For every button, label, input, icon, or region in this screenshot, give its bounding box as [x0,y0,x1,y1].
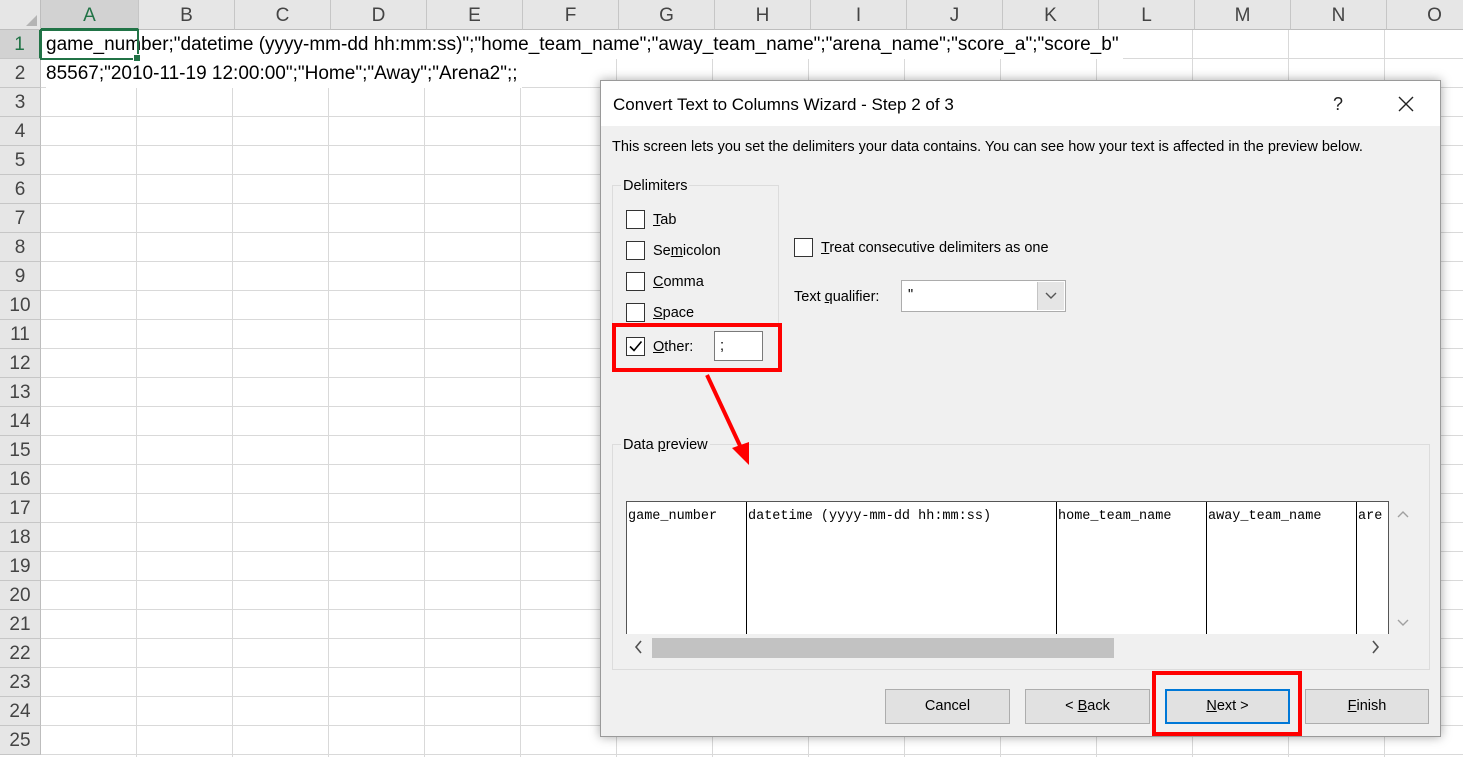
column-header-a[interactable]: A [41,0,139,30]
row-header[interactable]: 3 [0,88,41,117]
delimiters-legend: Delimiters [621,178,690,194]
row-header[interactable]: 17 [0,494,41,523]
column-header-b[interactable]: B [139,0,235,30]
column-header-m[interactable]: M [1195,0,1291,30]
annotation-arrow-icon [705,374,749,465]
column-header-i[interactable]: I [811,0,907,30]
column-header-c[interactable]: C [235,0,331,30]
preview-column[interactable]: datetime (yyyy-mm-dd hh:mm:ss) [747,502,1057,634]
cell-a2[interactable]: 85567;"2010-11-19 12:00:00";"Home";"Away… [46,59,522,88]
column-header-f[interactable]: F [523,0,619,30]
select-all-corner[interactable] [0,0,41,30]
data-preview-legend: Data preview [621,437,710,453]
text-qualifier-value: " [908,287,914,303]
preview-vertical-scrollbar[interactable] [1389,501,1417,634]
column-header-o[interactable]: O [1387,0,1463,30]
column-header-e[interactable]: E [427,0,523,30]
highlight-box-other [612,323,782,372]
column-header-j[interactable]: J [907,0,1003,30]
row-header[interactable]: 18 [0,523,41,552]
scroll-down-icon[interactable] [1397,614,1409,630]
checkbox-box[interactable] [626,303,645,322]
tab-label: Tab [653,212,677,228]
row-header[interactable]: 1 [0,30,41,59]
help-button[interactable]: ? [1323,89,1353,119]
checkbox-box[interactable] [626,241,645,260]
preview-column[interactable]: game_number [627,502,747,634]
row-header[interactable]: 16 [0,465,41,494]
text-qualifier-label: Text qualifier: [794,289,880,305]
highlight-box-next [1152,671,1302,736]
row-header[interactable]: 2 [0,59,41,88]
close-icon[interactable] [1391,89,1421,119]
chevron-down-icon[interactable] [1037,282,1064,310]
row-header[interactable]: 7 [0,204,41,233]
row-header[interactable]: 22 [0,639,41,668]
preview-column[interactable]: are [1357,502,1388,634]
data-preview-table[interactable]: game_number datetime (yyyy-mm-dd hh:mm:s… [626,501,1389,634]
cancel-button[interactable]: Cancel [885,689,1010,724]
column-header-d[interactable]: D [331,0,427,30]
row-header[interactable]: 20 [0,581,41,610]
space-label: Space [653,305,695,321]
preview-column[interactable]: away_team_name [1207,502,1357,634]
column-headers: A B C D E F G H I J K L M N O [41,0,1463,30]
preview-horizontal-scrollbar[interactable] [626,634,1389,660]
checkbox-box[interactable] [626,272,645,291]
column-header-l[interactable]: L [1099,0,1195,30]
column-header-n[interactable]: N [1291,0,1387,30]
dialog-description: This screen lets you set the delimiters … [612,139,1363,155]
row-header[interactable]: 10 [0,291,41,320]
row-header[interactable]: 25 [0,726,41,755]
scrollbar-thumb[interactable] [652,638,1114,658]
row-header[interactable]: 4 [0,117,41,146]
column-header-g[interactable]: G [619,0,715,30]
scroll-left-icon[interactable] [634,640,644,657]
row-header[interactable]: 8 [0,233,41,262]
comma-label: Comma [653,274,704,290]
dialog-titlebar: Convert Text to Columns Wizard - Step 2 … [601,81,1440,126]
dialog-title: Convert Text to Columns Wizard - Step 2 … [613,95,954,114]
row-header[interactable]: 11 [0,320,41,349]
cell-a1[interactable]: game_number;"datetime (yyyy-mm-dd hh:mm:… [46,30,1123,59]
row-header[interactable]: 24 [0,697,41,726]
row-header[interactable]: 6 [0,175,41,204]
row-header[interactable]: 21 [0,610,41,639]
column-header-k[interactable]: K [1003,0,1099,30]
row-header[interactable]: 15 [0,436,41,465]
back-button[interactable]: < Back [1025,689,1150,724]
column-header-h[interactable]: H [715,0,811,30]
row-header[interactable]: 12 [0,349,41,378]
row-header[interactable]: 9 [0,262,41,291]
scroll-up-icon[interactable] [1397,507,1409,523]
row-header[interactable]: 14 [0,407,41,436]
finish-button[interactable]: Finish [1305,689,1429,724]
semicolon-label: Semicolon [653,243,721,259]
scroll-right-icon[interactable] [1370,640,1380,657]
checkbox-box[interactable] [626,210,645,229]
text-qualifier-select[interactable]: " [901,280,1066,312]
row-header[interactable]: 5 [0,146,41,175]
preview-column[interactable]: home_team_name [1057,502,1207,634]
row-header[interactable]: 13 [0,378,41,407]
consecutive-label: Treat consecutive delimiters as one [821,240,1049,256]
checkbox-box[interactable] [794,238,813,257]
active-cell-border [40,29,141,62]
row-header[interactable]: 23 [0,668,41,697]
row-header[interactable]: 19 [0,552,41,581]
